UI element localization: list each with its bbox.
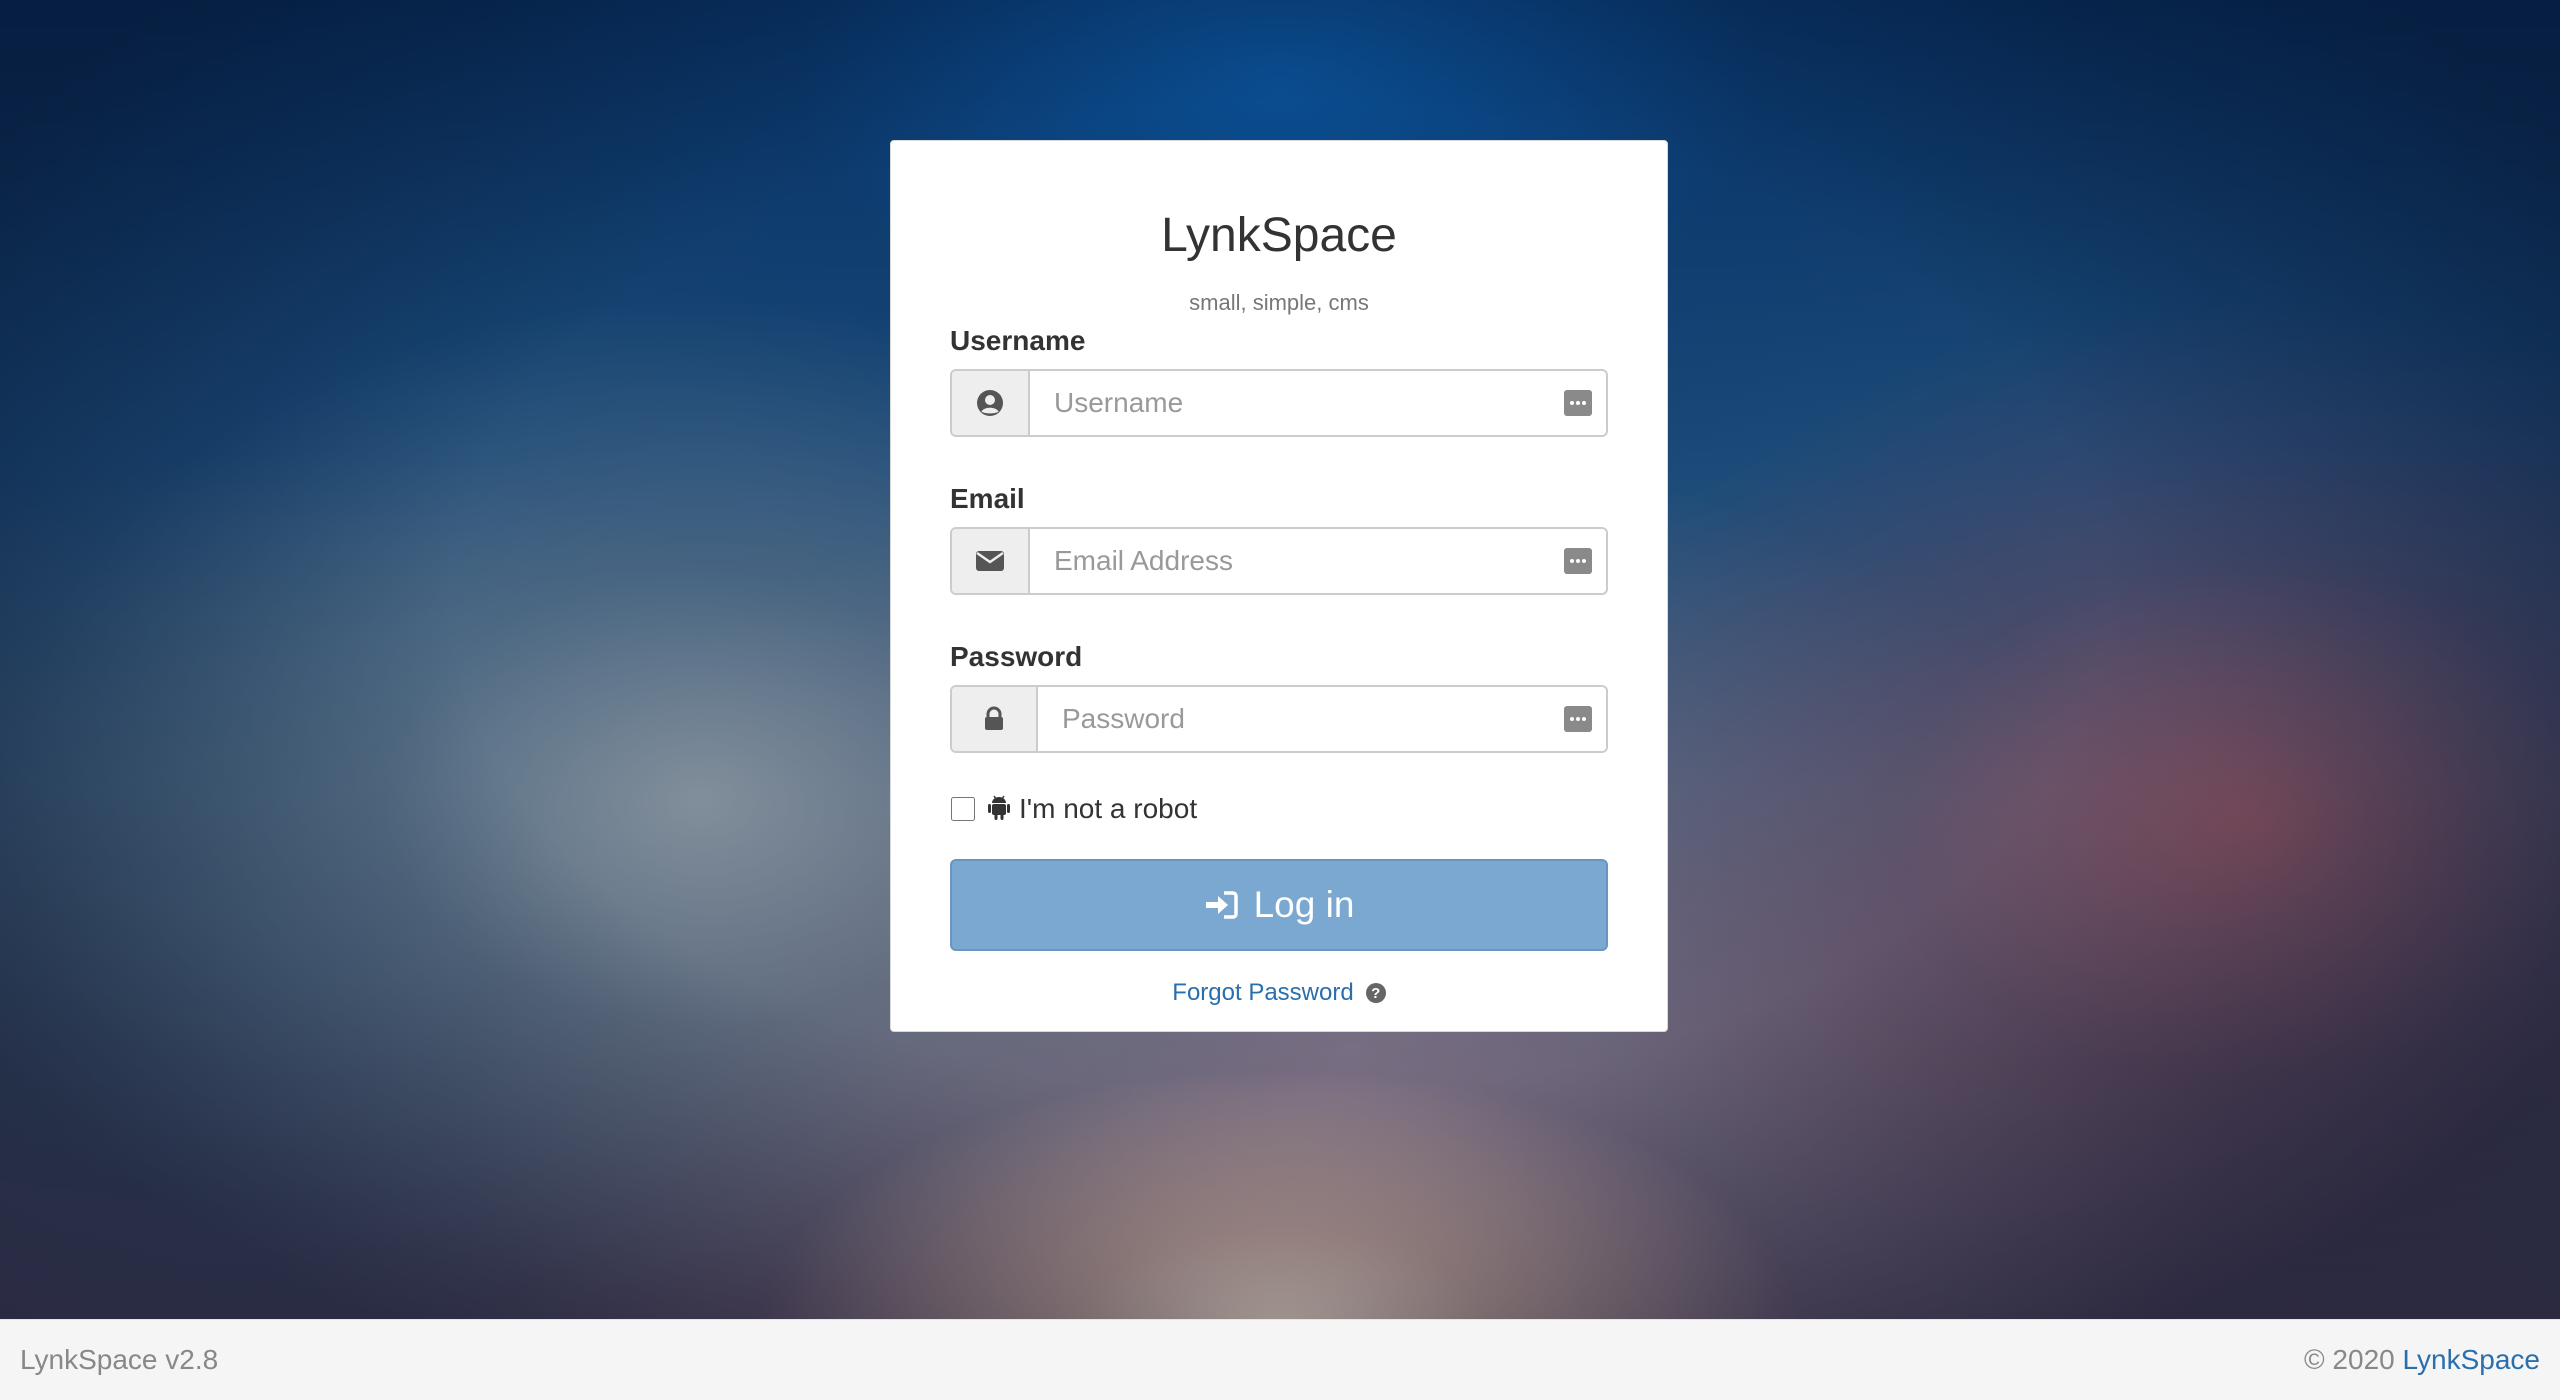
- user-circle-icon: [952, 371, 1030, 435]
- password-manager-icon[interactable]: [1564, 390, 1592, 416]
- password-input[interactable]: [1038, 687, 1606, 751]
- lock-icon: [952, 687, 1038, 751]
- footer: LynkSpace v2.8 © 2020 LynkSpace: [0, 1319, 2560, 1400]
- app-subtitle: small, simple, cms: [1189, 290, 1369, 315]
- email-label: Email: [950, 483, 1025, 514]
- robot-label[interactable]: I'm not a robot: [1019, 793, 1197, 825]
- username-input[interactable]: [1030, 371, 1606, 435]
- login-card: LynkSpace small, simple, cms Username Em…: [890, 140, 1668, 1032]
- robot-checkbox[interactable]: [951, 797, 975, 821]
- email-input-group: [950, 527, 1608, 595]
- username-label: Username: [950, 325, 1086, 356]
- version-text: LynkSpace v2.8: [20, 1344, 219, 1375]
- forgot-password-link[interactable]: Forgot Password: [1172, 979, 1353, 1007]
- email-input[interactable]: [1030, 529, 1606, 593]
- sign-in-icon: [1204, 890, 1238, 920]
- username-field-wrap: [1030, 371, 1606, 435]
- email-field-wrap: [1030, 529, 1606, 593]
- login-button[interactable]: Log in: [950, 859, 1608, 951]
- copyright-text: © 2020: [2304, 1344, 2395, 1375]
- robot-check-row: I'm not a robot: [950, 791, 1608, 827]
- login-button-label: Log in: [1253, 884, 1355, 925]
- envelope-icon: [952, 529, 1030, 593]
- password-manager-icon[interactable]: [1564, 548, 1592, 574]
- brand-link[interactable]: LynkSpace: [2403, 1344, 2541, 1375]
- android-icon: [987, 794, 1011, 825]
- password-input-group: [950, 685, 1608, 753]
- question-circle-icon: ?: [1365, 983, 1386, 1003]
- password-field-wrap: [1038, 687, 1606, 751]
- forgot-password-row: Forgot Password ?: [950, 979, 1608, 1007]
- username-input-group: [950, 369, 1608, 437]
- password-label: Password: [950, 641, 1083, 672]
- copyright: © 2020 LynkSpace: [2304, 1344, 2540, 1376]
- app-title: LynkSpace: [1161, 209, 1397, 262]
- password-manager-icon[interactable]: [1564, 706, 1592, 732]
